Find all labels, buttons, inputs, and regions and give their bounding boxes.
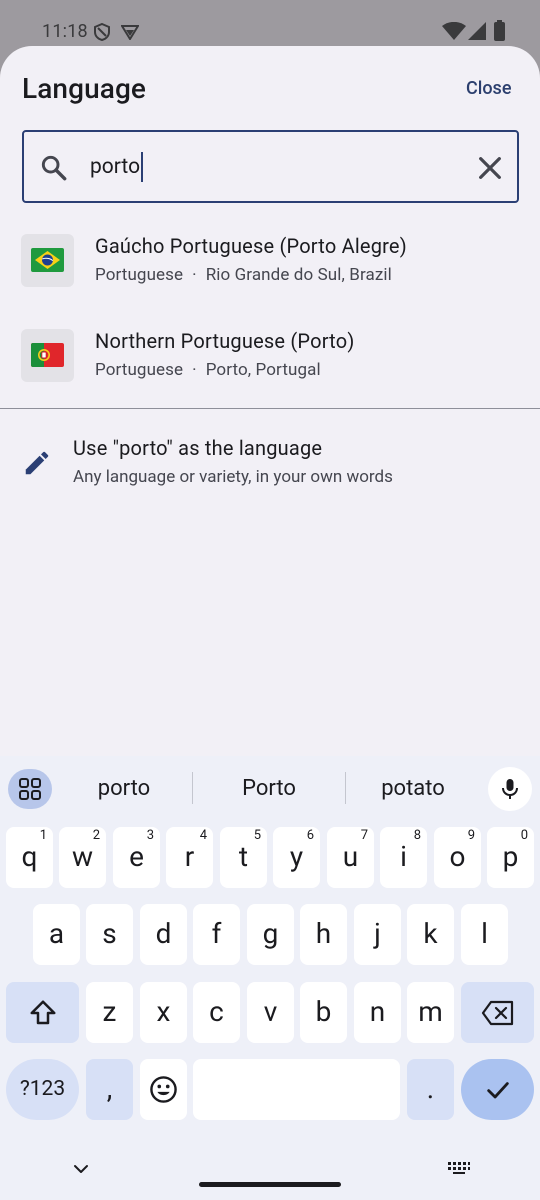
key-c[interactable]: c: [193, 982, 240, 1043]
vpn-icon: [121, 25, 139, 40]
result-subtitle: Portuguese · Porto, Portugal: [95, 360, 321, 380]
grid-icon: [19, 778, 41, 800]
checkmark-icon: [487, 1082, 509, 1099]
key-l[interactable]: l: [461, 904, 508, 965]
result-item[interactable]: Gaúcho Portuguese (Porto Alegre) Portugu…: [0, 214, 540, 306]
result-region: Porto, Portugal: [205, 360, 321, 380]
custom-language-title: Use "porto" as the language: [73, 436, 323, 460]
search-icon: [41, 155, 67, 181]
key-b[interactable]: b: [300, 982, 347, 1043]
keyboard-apps-button[interactable]: [8, 769, 52, 809]
divider: [0, 408, 540, 409]
emoji-icon: [150, 1076, 177, 1103]
backspace-icon: [481, 1000, 514, 1026]
key-z[interactable]: z: [86, 982, 133, 1043]
separator-dot: ·: [192, 360, 197, 380]
key-q[interactable]: q1: [6, 827, 53, 888]
key-r[interactable]: r4: [166, 827, 213, 888]
key-m[interactable]: m: [407, 982, 454, 1043]
key-o[interactable]: o9: [434, 827, 481, 888]
shift-key[interactable]: [6, 982, 79, 1043]
separator-dot: ·: [192, 265, 197, 285]
custom-language-option[interactable]: Use "porto" as the language Any language…: [0, 424, 540, 504]
home-handle[interactable]: [199, 1182, 341, 1187]
result-language: Portuguese: [95, 265, 184, 285]
key-t[interactable]: t5: [220, 827, 267, 888]
portugal-flag-icon: [31, 343, 64, 367]
search-field[interactable]: porto: [22, 130, 519, 203]
key-y[interactable]: y6: [273, 827, 320, 888]
key-f[interactable]: f: [193, 904, 240, 965]
key-h[interactable]: h: [300, 904, 347, 965]
key-e[interactable]: e3: [113, 827, 160, 888]
emoji-key[interactable]: [140, 1059, 187, 1120]
shield-icon: [94, 23, 110, 41]
wifi-icon: [442, 22, 466, 40]
battery-icon: [494, 20, 505, 41]
text-caret: [141, 152, 144, 182]
enter-key[interactable]: [461, 1059, 534, 1120]
result-subtitle: Portuguese · Rio Grande do Sul, Brazil: [95, 265, 392, 285]
key-g[interactable]: g: [247, 904, 294, 965]
period-key[interactable]: .: [407, 1059, 454, 1120]
key-v[interactable]: v: [247, 982, 294, 1043]
shift-icon: [30, 1000, 56, 1025]
key-k[interactable]: k: [407, 904, 454, 965]
key-j[interactable]: j: [354, 904, 401, 965]
chevron-down-icon[interactable]: [72, 1162, 90, 1176]
key-p[interactable]: p0: [487, 827, 534, 888]
sheet-title: Language: [22, 72, 147, 105]
suggestion-chip[interactable]: Porto: [206, 772, 332, 806]
microphone-icon: [502, 779, 518, 799]
flag-tile: [21, 234, 74, 287]
status-time: 11:18: [42, 21, 88, 42]
result-region: Rio Grande do Sul, Brazil: [205, 265, 392, 285]
key-d[interactable]: d: [140, 904, 187, 965]
key-x[interactable]: x: [140, 982, 187, 1043]
brazil-flag-icon: [31, 248, 64, 272]
close-button[interactable]: Close: [458, 74, 519, 104]
suggestion-separator: [345, 772, 346, 804]
symbols-key[interactable]: ?123: [6, 1059, 79, 1120]
result-item[interactable]: Northern Portuguese (Porto) Portuguese · P…: [0, 309, 540, 401]
spacebar-key[interactable]: [193, 1059, 400, 1120]
keyboard-switch-icon[interactable]: [447, 1161, 471, 1175]
custom-language-subtitle: Any language or variety, in your own wor…: [73, 467, 393, 487]
key-s[interactable]: s: [86, 904, 133, 965]
clear-icon[interactable]: [474, 152, 506, 184]
result-title: Gaúcho Portuguese (Porto Alegre): [95, 234, 407, 258]
keyboard: porto Porto potato q1 w2 e3 r4 t5 y6 u7 …: [0, 756, 540, 1200]
search-input-text: porto: [90, 155, 141, 179]
key-a[interactable]: a: [33, 904, 80, 965]
suggestion-chip[interactable]: potato: [356, 772, 470, 806]
suggestion-separator: [192, 772, 193, 804]
key-w[interactable]: w2: [59, 827, 106, 888]
pencil-icon: [25, 451, 49, 475]
key-i[interactable]: i8: [380, 827, 427, 888]
status-bar: 11:18: [0, 0, 540, 48]
key-u[interactable]: u7: [327, 827, 374, 888]
flag-tile: [21, 329, 74, 382]
result-title: Northern Portuguese (Porto): [95, 329, 355, 353]
cellular-signal-icon: [468, 22, 486, 40]
comma-key[interactable]: ,: [86, 1059, 133, 1120]
search-input[interactable]: porto: [90, 152, 144, 182]
key-n[interactable]: n: [354, 982, 401, 1043]
backspace-key[interactable]: [461, 982, 534, 1043]
suggestion-chip[interactable]: porto: [66, 772, 182, 806]
result-language: Portuguese: [95, 360, 184, 380]
voice-input-button[interactable]: [488, 767, 532, 811]
